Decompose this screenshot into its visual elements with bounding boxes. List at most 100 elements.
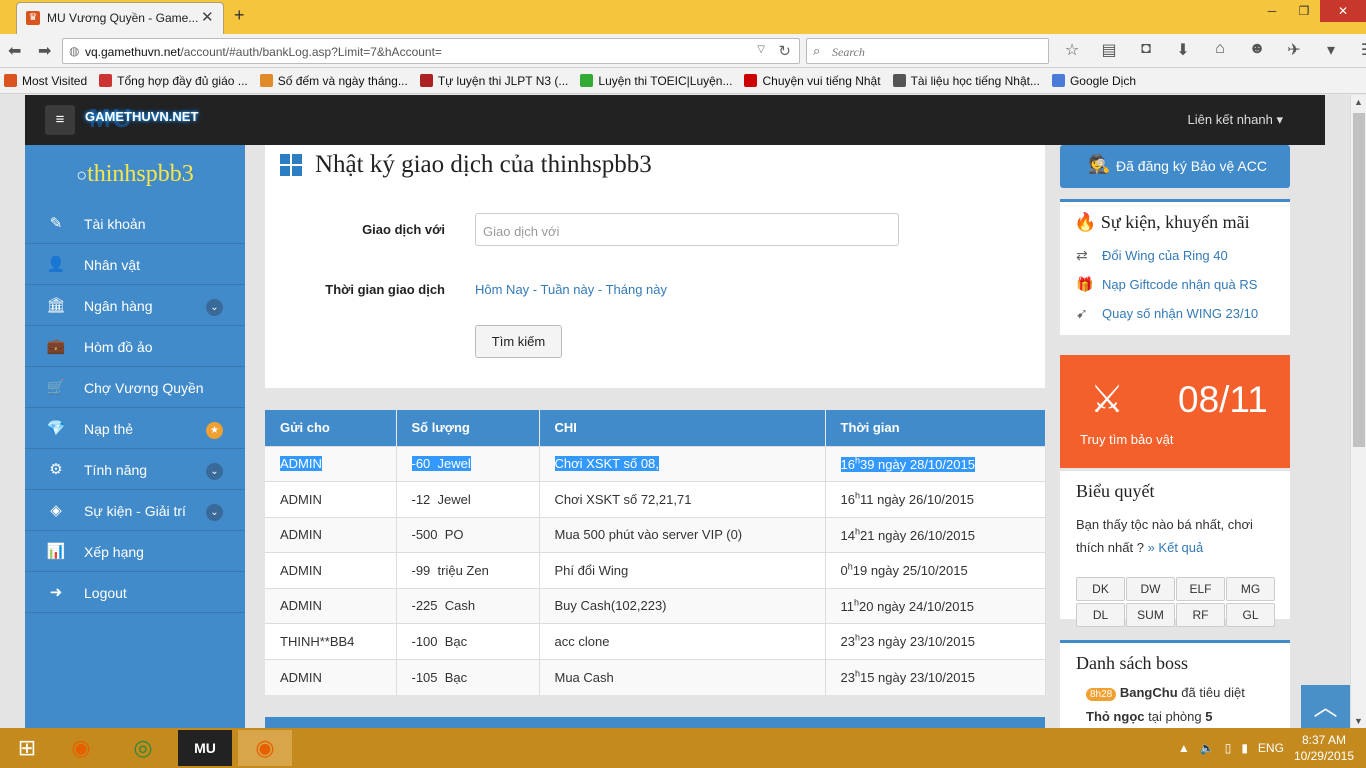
sidebar-item[interactable]: 👤 Nhân vật [25,245,245,285]
sidebar-item[interactable]: 💼 Hòm đồ ảo [25,327,245,367]
new-tab-icon[interactable]: + [234,5,245,26]
firefox-active-taskbar-icon[interactable]: ◉ [238,730,292,766]
sidebar-item[interactable]: ➜ Logout [25,573,245,613]
bookmark-item[interactable]: Chuyện vui tiếng Nhật [744,73,881,88]
browser-tab[interactable]: ♛ MU Vương Quyền - Game... ✕ [16,2,224,34]
poll-option-button[interactable]: DL [1076,603,1125,627]
sidebar-item[interactable]: 💎 Nạp thẻ ★ [25,409,245,449]
forward-icon[interactable]: ➡ [38,41,51,61]
time-month-link[interactable]: Tháng này [606,282,667,297]
back-icon[interactable]: ⬅ [8,41,21,61]
menu-icon[interactable]: ☰ [1356,40,1366,60]
poll-result-link[interactable]: » Kết quả [1148,540,1204,555]
sidebar-item[interactable]: 🛒 Chợ Vương Quyền [25,368,245,408]
reading-list-icon[interactable]: ▤ [1097,40,1121,60]
url-bar[interactable]: ◍ vq.gamethuvn.net/account/#auth/bankLog… [62,38,800,64]
start-icon[interactable]: ⊞ [0,730,54,766]
poll-option-button[interactable]: DW [1126,577,1175,601]
poll-option-button[interactable]: ELF [1176,577,1225,601]
star-icon[interactable]: ☆ [1060,40,1084,60]
cell-amount: -105 Bạc [396,658,540,695]
bookmark-item[interactable]: Tổng hợp đầy đủ giáo ... [99,74,248,88]
table-row: ADMIN -225 Cash Buy Cash(102,223) 11h20 ngà… [265,587,1046,624]
close-tab-icon[interactable]: ✕ [201,8,214,26]
bookmark-label: Tổng hợp đầy đủ giáo ... [117,73,248,88]
overflow-icon[interactable]: ▾ [1319,40,1343,60]
boss-room: 5 [1205,709,1213,724]
scroll-up-icon[interactable]: ▲ [1354,97,1363,107]
events-panel: 🔥 Sự kiện, khuyến mãi ⇄ Đổi Wing của Ring… [1060,199,1290,335]
clock[interactable]: 8:37 AM 10/29/2015 [1294,732,1354,764]
boss-title: Danh sách boss [1076,653,1188,673]
download-icon[interactable]: ⬇ [1171,40,1195,60]
poll-panel: Biểu quyết Bạn thấy tộc nào bá nhất, chơ… [1060,471,1290,627]
addon-icon[interactable]: ✈ [1282,40,1306,60]
chrome-taskbar-icon[interactable]: ◎ [116,730,170,766]
account-protection-button[interactable]: 🕵 Đã đăng ký Bảo vệ ACC [1060,145,1290,188]
sidebar-item-icon: 🛒 [46,379,66,396]
boss-time-badge: 8h28 [1086,688,1117,701]
caret-down-icon: ▾ [1276,112,1283,127]
time-week-link[interactable]: Tuần này [541,282,595,297]
treasure-hunt-panel[interactable]: ⚔ 08/11 Truy tìm bảo vật [1060,355,1290,468]
bookmark-item[interactable]: Số đếm và ngày tháng... [259,74,408,88]
minimize-icon[interactable]: ─ [1256,0,1288,22]
reload-icon[interactable]: ↻ [778,42,791,60]
poll-option-button[interactable]: SUM [1126,603,1175,627]
scroll-down-icon[interactable]: ▼ [1354,716,1363,726]
partner-label: Giao dịch với [362,222,445,237]
sidebar-item-label: Logout [84,585,127,601]
site-top-nav: ≡ MU GAMETHUVN.NET Liên kết nhanh ▾ [25,95,1325,145]
url-dropdown-icon[interactable]: ▽ [757,44,765,55]
quick-links-dropdown[interactable]: Liên kết nhanh ▾ [1188,112,1283,128]
bookmark-item[interactable]: Luyện thi TOEIC|Luyện... [580,74,732,88]
volume-icon[interactable]: 🔈 [1200,741,1215,755]
event-link[interactable]: ⇄ Đổi Wing của Ring 40 [1076,247,1228,264]
chevron-down-icon: ⌄ [206,504,223,521]
bookmark-item[interactable]: Most Visited [4,74,87,88]
tray-expand-icon[interactable]: ▲ [1178,741,1190,755]
wing-icon: ➹ [1076,305,1088,321]
event-link[interactable]: ➹ Quay số nhận WING 23/10 [1076,305,1258,322]
cell-amount: -12 Jewel [396,481,540,517]
sidebar-item[interactable]: ✎ Tài khoản [25,204,245,244]
time-today-link[interactable]: Hôm Nay [475,282,529,297]
sidebar-item[interactable]: 📊 Xếp hạng [25,532,245,572]
chat-icon[interactable]: ☻ [1245,40,1269,60]
firefox-taskbar-icon[interactable]: ◉ [54,730,108,766]
bookmark-item[interactable]: Google Dịch [1051,74,1136,88]
search-input[interactable]: ⌕ Search [806,38,1049,64]
close-window-icon[interactable]: ✕ [1320,0,1366,22]
mu-game-taskbar-icon[interactable]: MU [178,730,232,766]
bookmark-item[interactable]: Tự luyện thi JLPT N3 (... [419,74,568,88]
sidebar-item[interactable]: 🏛 Ngân hàng ⌄ [25,286,245,326]
boss-room-text: tại phòng [1148,709,1202,724]
poll-option-button[interactable]: RF [1176,603,1225,627]
language-indicator[interactable]: ENG [1258,741,1284,755]
site-logo[interactable]: GAMETHUVN.NET [85,109,198,124]
cell-recipient: THINH**BB4 [265,623,397,659]
battery-icon[interactable]: ▯ [1225,741,1232,755]
bookmark-favicon-icon [1051,74,1065,87]
network-icon[interactable]: ▮ [1241,741,1248,755]
hamburger-menu-button[interactable]: ≡ [45,105,75,135]
protect-label: Đã đăng ký Bảo vệ ACC [1116,158,1267,174]
sidebar-username: ○thinhspbb3 [76,161,194,187]
scroll-to-top-button[interactable]: ︿ [1301,685,1350,728]
page-scrollbar[interactable]: ▲ ▼ [1350,95,1366,728]
browser-tab-bar: ♛ MU Vương Quyền - Game... ✕ + ─ ❐ ✕ [0,0,1366,34]
poll-option-button[interactable]: DK [1076,577,1125,601]
bookmark-label: Chuyện vui tiếng Nhật [762,73,881,88]
scrollbar-thumb[interactable] [1353,113,1365,447]
restore-icon[interactable]: ❐ [1288,0,1320,22]
pocket-icon[interactable]: ◘ [1134,40,1158,60]
sidebar-item[interactable]: ⚙ Tính năng ⌄ [25,450,245,490]
partner-input[interactable]: Giao dịch với [475,213,899,246]
poll-option-button[interactable]: MG [1226,577,1275,601]
poll-option-button[interactable]: GL [1226,603,1275,627]
bookmark-item[interactable]: Tài liệu học tiếng Nhật... [892,74,1040,88]
home-icon[interactable]: ⌂ [1208,40,1232,60]
search-button[interactable]: Tìm kiếm [475,325,562,358]
sidebar-item[interactable]: ◈ Sự kiện - Giải trí ⌄ [25,491,245,531]
event-link[interactable]: 🎁 Nạp Giftcode nhận quà RS [1076,276,1257,293]
